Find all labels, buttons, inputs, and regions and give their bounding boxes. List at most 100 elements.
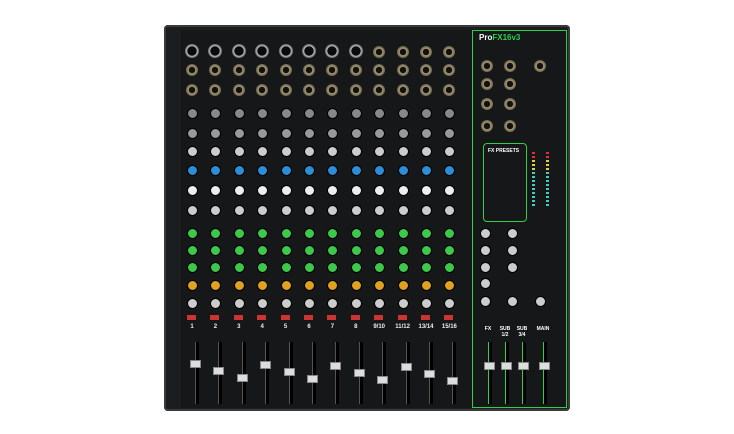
master-knob[interactable] [507, 262, 518, 273]
xlr-input-jack[interactable] [302, 44, 316, 58]
channel-knob[interactable] [304, 128, 315, 139]
channel-knob[interactable] [187, 146, 198, 157]
channel-knob[interactable] [304, 185, 315, 196]
channel-knob[interactable] [350, 165, 362, 176]
channel-knob[interactable] [397, 280, 409, 291]
insert-jack[interactable] [232, 84, 245, 96]
channel-knob[interactable] [187, 262, 198, 273]
fader-track[interactable] [505, 342, 509, 404]
channel-knob[interactable] [187, 298, 198, 309]
line-input-jack[interactable] [396, 64, 409, 76]
output-jack[interactable] [481, 78, 493, 90]
master-knob[interactable] [480, 296, 491, 307]
mute-button[interactable] [187, 315, 196, 320]
channel-knob[interactable] [350, 146, 362, 157]
channel-knob[interactable] [421, 245, 432, 256]
channel-knob[interactable] [187, 165, 198, 176]
channel-knob[interactable] [280, 205, 292, 216]
channel-knob[interactable] [280, 298, 292, 309]
fader-track[interactable] [195, 342, 199, 404]
channel-knob[interactable] [421, 262, 432, 273]
fader-track[interactable] [265, 342, 270, 404]
channel-knob[interactable] [233, 128, 245, 139]
channel-knob[interactable] [233, 280, 245, 291]
channel-knob[interactable] [304, 108, 315, 119]
channel-knob[interactable] [280, 280, 292, 291]
fader-cap[interactable] [518, 362, 529, 370]
fader-track[interactable] [522, 342, 526, 404]
fader-track[interactable] [335, 342, 340, 404]
master-knob[interactable] [480, 278, 491, 289]
channel-knob[interactable] [304, 298, 315, 309]
output-jack[interactable] [481, 98, 493, 110]
insert-jack[interactable] [279, 84, 292, 96]
channel-knob[interactable] [421, 165, 432, 176]
xlr-input-jack[interactable] [278, 44, 293, 58]
channel-knob[interactable] [397, 205, 409, 216]
channel-knob[interactable] [421, 280, 432, 291]
mute-button[interactable] [397, 315, 407, 320]
fader-cap[interactable] [484, 362, 495, 370]
channel-knob[interactable] [421, 298, 432, 309]
channel-knob[interactable] [304, 146, 315, 157]
channel-knob[interactable] [280, 262, 292, 273]
channel-knob[interactable] [187, 228, 198, 239]
insert-jack[interactable] [349, 84, 362, 96]
output-jack[interactable] [504, 78, 516, 90]
channel-knob[interactable] [304, 245, 315, 256]
channel-knob[interactable] [421, 128, 432, 139]
insert-jack[interactable] [186, 84, 198, 96]
output-jack[interactable] [481, 120, 493, 132]
channel-knob[interactable] [280, 128, 292, 139]
channel-knob[interactable] [233, 146, 245, 157]
channel-knob[interactable] [187, 245, 198, 256]
insert-jack[interactable] [396, 84, 409, 96]
line-input-jack[interactable] [279, 64, 292, 76]
channel-knob[interactable] [233, 262, 245, 273]
channel-knob[interactable] [280, 185, 292, 196]
channel-knob[interactable] [304, 165, 315, 176]
master-knob[interactable] [480, 245, 491, 256]
channel-knob[interactable] [421, 108, 432, 119]
fader-track[interactable] [488, 342, 492, 404]
channel-knob[interactable] [350, 280, 362, 291]
fader-cap[interactable] [307, 375, 318, 383]
channel-knob[interactable] [187, 205, 198, 216]
fader-track[interactable] [241, 342, 246, 404]
channel-knob[interactable] [187, 128, 198, 139]
fader-track[interactable] [312, 342, 316, 404]
channel-knob[interactable] [350, 108, 362, 119]
line-input-jack[interactable] [420, 46, 432, 58]
channel-knob[interactable] [350, 245, 362, 256]
master-knob[interactable] [480, 228, 491, 239]
channel-knob[interactable] [397, 146, 409, 157]
channel-knob[interactable] [233, 165, 245, 176]
insert-jack[interactable] [420, 84, 432, 96]
channel-knob[interactable] [350, 228, 362, 239]
master-knob[interactable] [507, 245, 518, 256]
output-jack[interactable] [504, 120, 516, 132]
channel-knob[interactable] [397, 165, 409, 176]
channel-knob[interactable] [233, 245, 245, 256]
fader-cap[interactable] [236, 374, 248, 382]
fader-cap[interactable] [260, 361, 272, 369]
master-knob[interactable] [535, 296, 546, 307]
master-knob[interactable] [507, 228, 518, 239]
channel-knob[interactable] [280, 108, 292, 119]
fader-track[interactable] [452, 342, 457, 404]
channel-knob[interactable] [421, 205, 432, 216]
channel-knob[interactable] [304, 280, 315, 291]
output-jack[interactable] [504, 98, 516, 110]
fader-cap[interactable] [190, 360, 201, 368]
fader-cap[interactable] [424, 370, 435, 378]
channel-knob[interactable] [397, 262, 409, 273]
mute-button[interactable] [444, 315, 454, 320]
channel-knob[interactable] [397, 245, 409, 256]
xlr-input-jack[interactable] [231, 44, 246, 58]
mute-button[interactable] [233, 315, 243, 320]
fader-cap[interactable] [447, 377, 459, 385]
channel-knob[interactable] [233, 205, 245, 216]
channel-knob[interactable] [421, 146, 432, 157]
mute-button[interactable] [210, 315, 220, 320]
channel-knob[interactable] [280, 165, 292, 176]
